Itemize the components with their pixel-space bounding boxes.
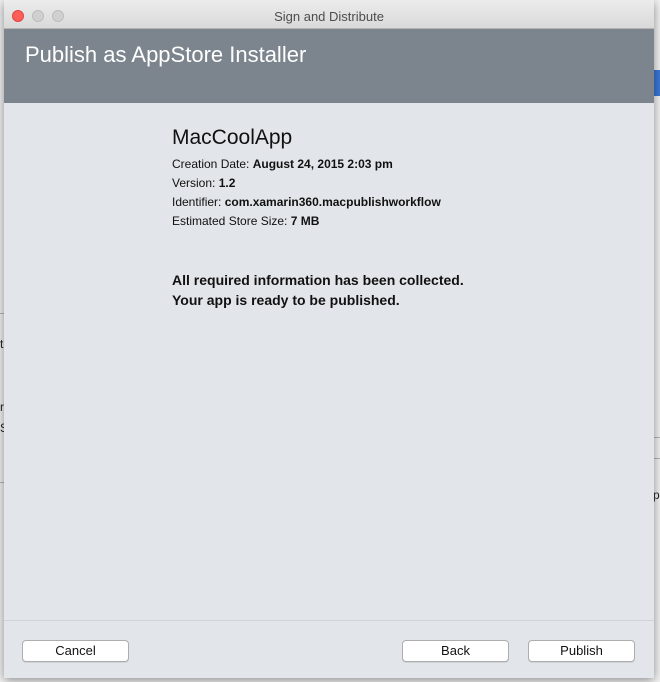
dialog-footer: Cancel Back Publish xyxy=(4,620,654,678)
sign-and-distribute-dialog: Sign and Distribute Publish as AppStore … xyxy=(4,0,654,678)
store-size-value: 7 MB xyxy=(290,214,320,228)
background-divider xyxy=(654,437,660,438)
title-bar: Sign and Distribute xyxy=(4,0,654,29)
header-banner: Publish as AppStore Installer xyxy=(4,29,654,103)
app-name: MacCoolApp xyxy=(172,126,293,149)
window-title: Sign and Distribute xyxy=(274,9,384,24)
back-button[interactable]: Back xyxy=(402,640,509,662)
creation-date-label: Creation Date: xyxy=(172,157,250,171)
creation-date-row: Creation Date: August 24, 2015 2:03 pm xyxy=(172,157,393,171)
store-size-label: Estimated Store Size: xyxy=(172,214,288,228)
creation-date-value: August 24, 2015 2:03 pm xyxy=(252,157,393,171)
status-message-line1: All required information has been collec… xyxy=(172,272,464,288)
background-text-fragment: p xyxy=(653,488,660,502)
cancel-button[interactable]: Cancel xyxy=(22,640,129,662)
store-size-row: Estimated Store Size: 7 MB xyxy=(172,214,319,228)
version-row: Version: 1.2 xyxy=(172,176,235,190)
banner-title: Publish as AppStore Installer xyxy=(25,42,307,67)
identifier-value: com.xamarin360.macpublishworkflow xyxy=(224,195,441,209)
identifier-row: Identifier: com.xamarin360.macpublishwor… xyxy=(172,195,441,209)
background-text-fragment: t xyxy=(0,337,4,351)
background-divider xyxy=(654,458,660,459)
version-label: Version: xyxy=(172,176,216,190)
version-value: 1.2 xyxy=(218,176,236,190)
status-message-line2: Your app is ready to be published. xyxy=(172,292,400,308)
publish-button[interactable]: Publish xyxy=(528,640,635,662)
identifier-label: Identifier: xyxy=(172,195,222,209)
